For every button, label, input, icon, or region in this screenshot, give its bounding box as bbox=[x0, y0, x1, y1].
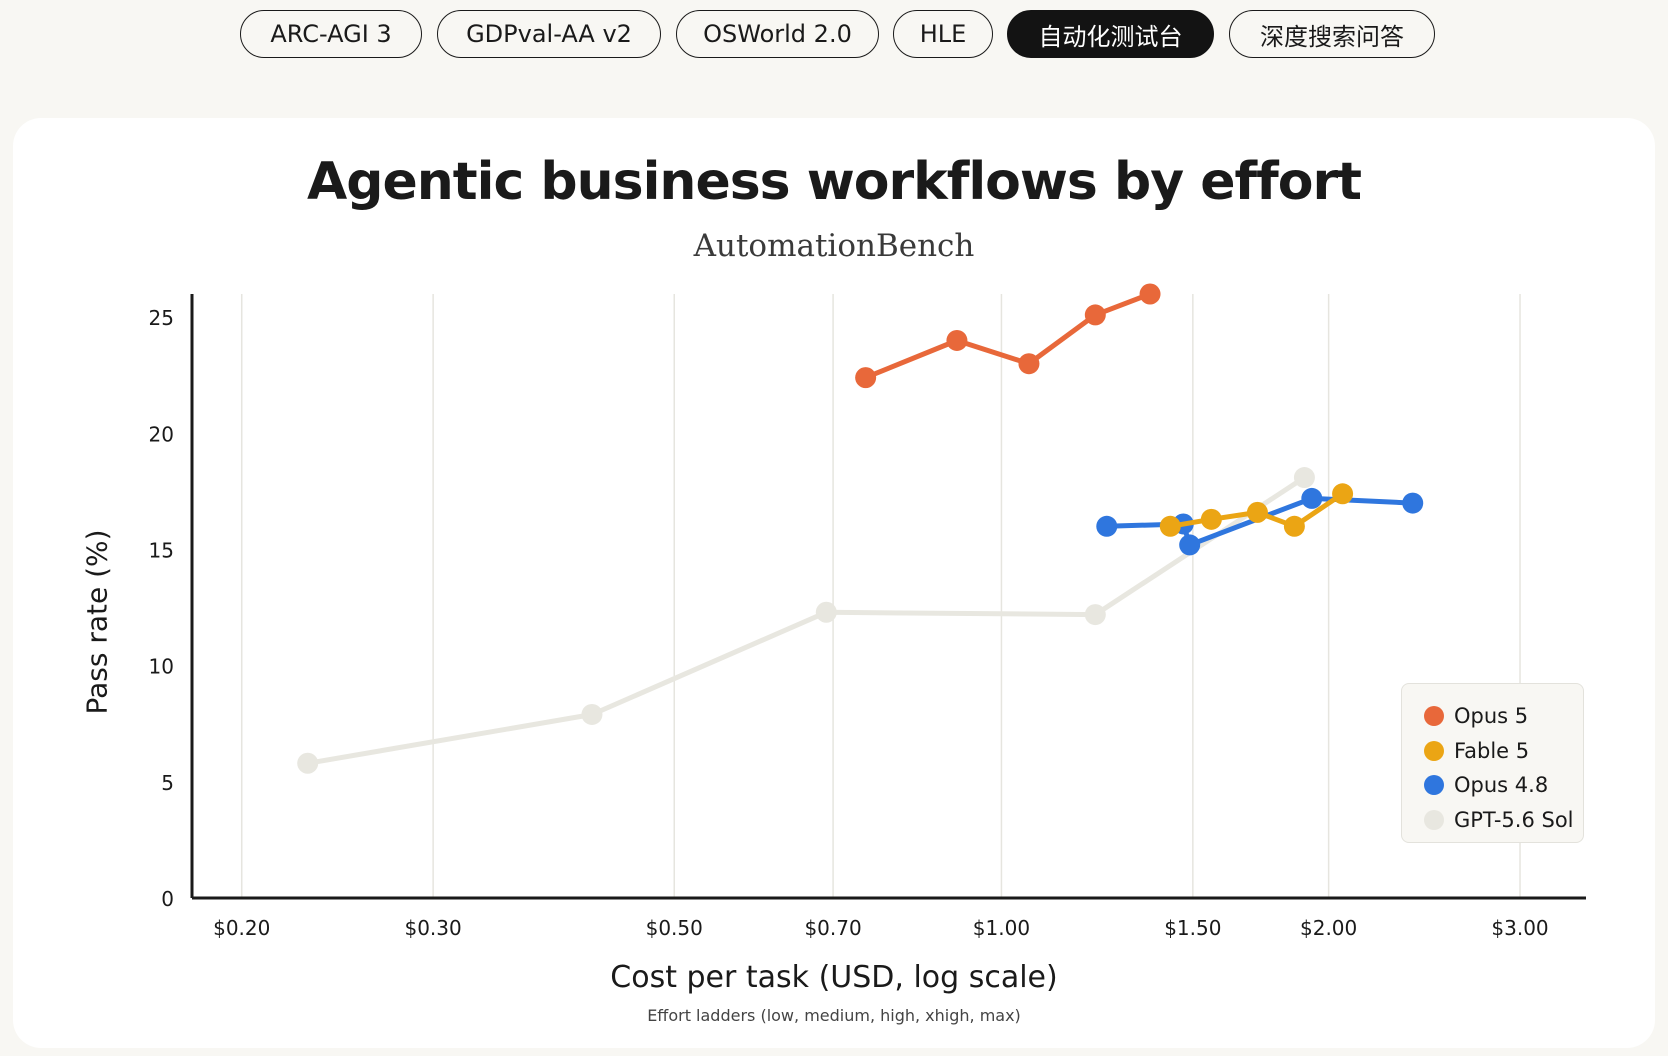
x-tick-label: $0.30 bbox=[404, 916, 461, 940]
legend-label: Opus 4.8 bbox=[1454, 773, 1549, 798]
series-line-opus-5 bbox=[863, 291, 1153, 381]
data-point-fable-5 bbox=[1200, 508, 1222, 530]
data-point-fable-5 bbox=[1246, 501, 1268, 523]
data-point-fable-5 bbox=[1159, 515, 1181, 537]
series-layer bbox=[297, 283, 1424, 774]
x-tick-label: $3.00 bbox=[1491, 916, 1548, 940]
data-point-opus-5 bbox=[1139, 283, 1161, 305]
legend-swatch bbox=[1424, 740, 1444, 761]
x-axis-label: Cost per task (USD, log scale) bbox=[610, 960, 1058, 995]
data-point-gpt-5-6-sol bbox=[815, 601, 837, 623]
legend-item-opus-5: Opus 5 bbox=[1424, 699, 1583, 734]
y-tick-label: 0 bbox=[161, 887, 174, 911]
x-tick-label: $1.00 bbox=[973, 916, 1030, 940]
series-line-gpt-5-6-sol bbox=[305, 475, 1307, 766]
legend-item-gpt-5-6-sol: GPT-5.6 Sol bbox=[1424, 803, 1583, 838]
y-tick-label: 20 bbox=[149, 422, 174, 446]
data-point-gpt-5-6-sol bbox=[1293, 467, 1315, 489]
series-opus-5 bbox=[855, 283, 1161, 389]
legend-swatch bbox=[1424, 706, 1444, 727]
x-axis-note: Effort ladders (low, medium, high, xhigh… bbox=[647, 1006, 1021, 1025]
y-tick-label: 5 bbox=[161, 771, 174, 795]
chart-legend: Opus 5 Fable 5 Opus 4.8 GPT-5.6 Sol bbox=[1401, 683, 1584, 843]
legend-label: Opus 5 bbox=[1454, 704, 1529, 729]
data-point-fable-5 bbox=[1283, 515, 1305, 537]
y-tick-label: 25 bbox=[149, 306, 174, 330]
data-point-opus-4-8 bbox=[1179, 534, 1201, 556]
data-point-gpt-5-6-sol bbox=[297, 752, 319, 774]
x-tick-label: $1.50 bbox=[1164, 916, 1221, 940]
legend-item-opus-4-8: Opus 4.8 bbox=[1424, 768, 1583, 803]
legend-swatch bbox=[1424, 775, 1444, 796]
data-point-opus-5 bbox=[946, 329, 968, 351]
legend-label: GPT-5.6 Sol bbox=[1454, 807, 1574, 832]
data-point-gpt-5-6-sol bbox=[581, 703, 603, 725]
data-point-opus-4-8 bbox=[1096, 515, 1118, 537]
y-tick-label: 10 bbox=[149, 655, 174, 679]
data-point-gpt-5-6-sol bbox=[1084, 604, 1106, 626]
chart-plot: $0.20 $0.30 $0.50 $0.70 $1.00 $1.50 $2.00 $3.00… bbox=[149, 283, 1586, 940]
x-tick-label: $0.50 bbox=[646, 916, 703, 940]
legend-swatch bbox=[1424, 809, 1444, 830]
axis-layer: $0.20 $0.30 $0.50 $0.70 $1.00 $1.50 $2.00 $3.00… bbox=[149, 294, 1586, 940]
data-point-opus-5 bbox=[855, 367, 877, 389]
legend-label: Fable 5 bbox=[1454, 738, 1530, 763]
data-point-fable-5 bbox=[1332, 483, 1354, 505]
data-point-opus-4-8 bbox=[1402, 492, 1424, 514]
data-point-opus-4-8 bbox=[1301, 487, 1323, 509]
data-point-opus-5 bbox=[1018, 353, 1040, 375]
y-axis-label: Pass rate (%) bbox=[80, 529, 114, 715]
x-tick-label: $0.20 bbox=[213, 916, 270, 940]
x-tick-label: $0.70 bbox=[804, 916, 861, 940]
legend-item-fable-5: Fable 5 bbox=[1424, 734, 1583, 769]
series-gpt-5-6-sol bbox=[297, 467, 1315, 774]
grid-layer bbox=[240, 294, 1521, 898]
x-tick-label: $2.00 bbox=[1300, 916, 1357, 940]
y-tick-label: 15 bbox=[149, 539, 174, 563]
data-point-opus-5 bbox=[1084, 304, 1106, 326]
